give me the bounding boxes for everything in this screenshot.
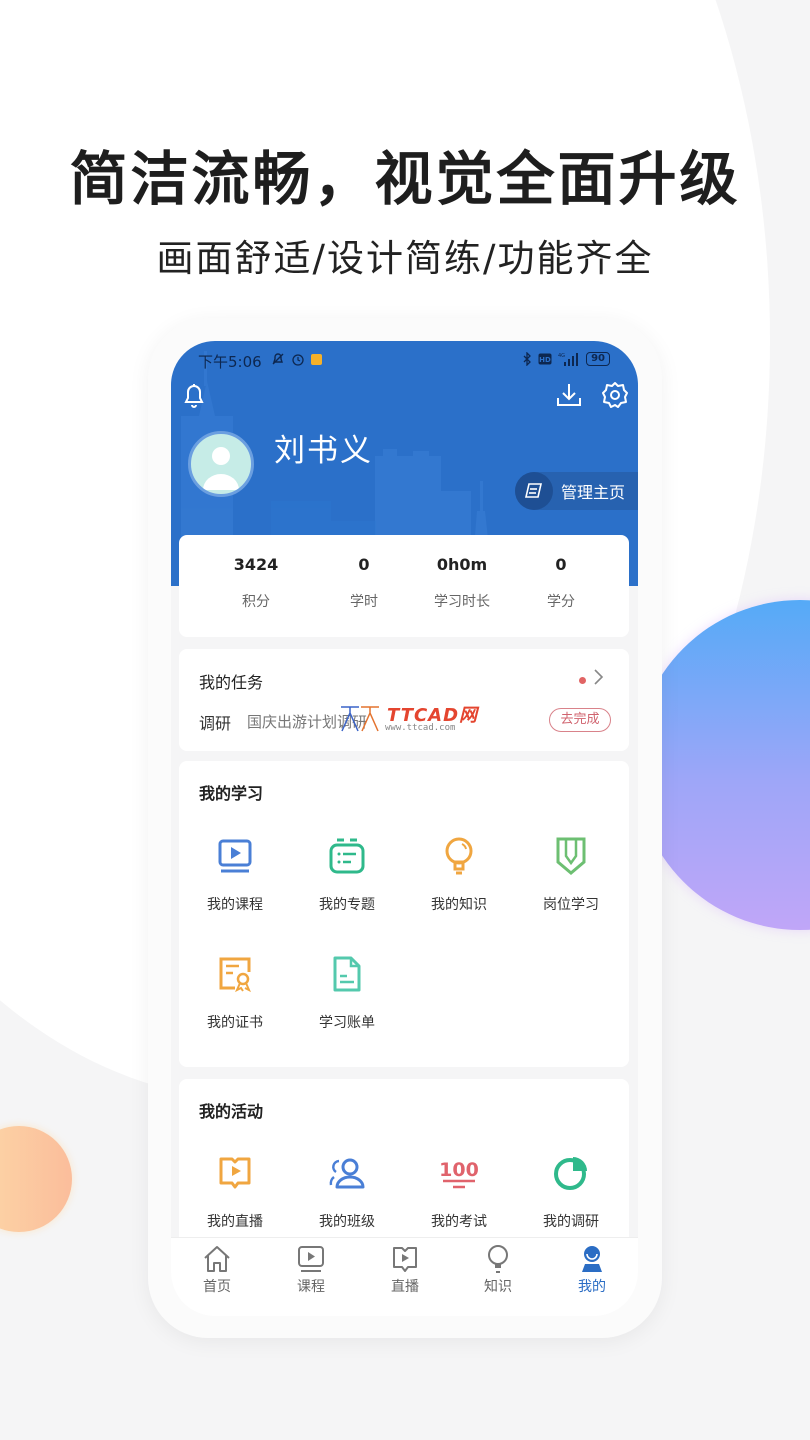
grid-label: 我的班级 xyxy=(319,1214,375,1230)
tab-label: 我的 xyxy=(578,1279,606,1295)
document-icon xyxy=(333,956,361,992)
phone-screen: 下午5:06 HD 4G 90 刘书义 管理主页 3424 积分 0 学时 0h… xyxy=(171,341,638,1316)
stat-credits[interactable]: 0 学分 xyxy=(511,555,611,611)
stat-study-hours[interactable]: 0 学时 xyxy=(314,555,414,611)
live-book-icon xyxy=(219,1157,251,1189)
grid-label: 我的证书 xyxy=(207,1015,263,1031)
stat-value: 3424 xyxy=(233,555,279,574)
task-name[interactable]: 国庆出游计划调研 xyxy=(247,711,367,732)
stat-value: 0 xyxy=(555,555,567,574)
gear-icon[interactable] xyxy=(601,381,629,409)
tasks-title: 我的任务 xyxy=(199,673,264,692)
unread-dot xyxy=(579,677,586,684)
bell-icon[interactable] xyxy=(181,381,207,409)
watermark-url: www.ttcad.com xyxy=(385,723,456,733)
download-icon[interactable] xyxy=(555,381,583,409)
grid-label: 我的调研 xyxy=(543,1214,599,1230)
watermark-brand: TTCAD网 xyxy=(387,705,479,726)
profile-icon xyxy=(582,1246,602,1272)
signal-icon: 4G xyxy=(558,353,579,366)
stat-points[interactable]: 3424 积分 xyxy=(206,555,306,611)
tab-knowledge[interactable]: 知识 xyxy=(468,1244,528,1296)
stat-value: 0h0m xyxy=(436,555,488,574)
grid-label: 我的专题 xyxy=(319,897,375,913)
grid-label: 我的知识 xyxy=(431,897,487,913)
course-play-icon xyxy=(218,839,252,873)
exam-100-icon: 100 xyxy=(439,1159,479,1189)
tab-courses[interactable]: 课程 xyxy=(281,1244,341,1296)
hd-icon: HD xyxy=(538,353,552,365)
user-name: 刘书义 xyxy=(274,433,373,469)
stat-study-duration[interactable]: 0h0m 学习时长 xyxy=(412,555,512,611)
stat-value: 0 xyxy=(358,555,370,574)
grid-item-study-bill[interactable]: 学习账单 xyxy=(291,954,403,1032)
bluetooth-icon xyxy=(523,352,531,366)
grid-item-my-certificates[interactable]: 我的证书 xyxy=(179,954,291,1032)
tab-label: 课程 xyxy=(297,1279,325,1295)
svg-text:100: 100 xyxy=(439,1159,479,1181)
class-users-icon xyxy=(329,1158,365,1189)
stat-label: 学分 xyxy=(547,594,575,610)
course-icon xyxy=(298,1246,324,1272)
tab-home[interactable]: 首页 xyxy=(187,1244,247,1296)
grid-item-position-learning[interactable]: 岗位学习 xyxy=(515,836,627,914)
app-notification-icon xyxy=(311,353,322,365)
grid-item-my-topics[interactable]: 我的专题 xyxy=(291,836,403,914)
grid-item-my-class[interactable]: 我的班级 xyxy=(291,1153,403,1231)
stat-label: 积分 xyxy=(242,594,270,610)
home-icon xyxy=(204,1246,230,1272)
complete-task-button[interactable]: 去完成 xyxy=(549,708,611,732)
stat-label: 学习时长 xyxy=(434,594,490,610)
status-time: 下午5:06 xyxy=(198,353,262,371)
section-title: 我的活动 xyxy=(199,1102,264,1121)
section-title: 我的学习 xyxy=(199,784,264,803)
manage-icon xyxy=(524,483,543,498)
battery-indicator: 90 xyxy=(586,352,610,366)
stats-card: 3424 积分 0 学时 0h0m 学习时长 0 学分 xyxy=(179,535,629,637)
alarm-icon xyxy=(292,354,304,366)
tab-label: 知识 xyxy=(484,1279,512,1295)
tab-label: 首页 xyxy=(203,1279,231,1295)
user-placeholder-icon xyxy=(203,447,239,490)
status-bar: 下午5:06 HD 4G 90 xyxy=(171,349,638,373)
decorative-orange-circle xyxy=(0,1126,72,1232)
grid-item-my-surveys[interactable]: 我的调研 xyxy=(515,1153,627,1231)
stat-label: 学时 xyxy=(350,594,378,610)
grid-label: 岗位学习 xyxy=(543,897,599,913)
grid-item-my-live[interactable]: 我的直播 xyxy=(179,1153,291,1231)
live-icon xyxy=(393,1247,417,1272)
grid-item-my-courses[interactable]: 我的课程 xyxy=(179,836,291,914)
promo-subline: 画面舒适/设计简练/功能齐全 xyxy=(156,237,654,280)
manage-homepage-label: 管理主页 xyxy=(561,483,626,502)
pencil-badge-icon xyxy=(556,837,586,875)
tab-live[interactable]: 直播 xyxy=(375,1244,435,1296)
lightbulb-icon xyxy=(445,837,473,875)
tab-label: 直播 xyxy=(391,1279,419,1295)
promo-headline: 简洁流畅，视觉全面升级 xyxy=(69,145,741,213)
grid-label: 我的考试 xyxy=(431,1214,487,1230)
bottom-tab-bar: 首页 课程 直播 知识 我的 xyxy=(171,1237,638,1316)
grid-label: 学习账单 xyxy=(319,1015,375,1031)
knowledge-icon xyxy=(488,1245,508,1273)
certificate-icon xyxy=(219,957,251,993)
grid-item-my-knowledge[interactable]: 我的知识 xyxy=(403,836,515,914)
grid-item-my-exams[interactable]: 100 我的考试 xyxy=(403,1153,515,1231)
grid-label: 我的课程 xyxy=(207,897,263,913)
my-learning-card: 我的学习 我的课程 我的专题 我的知识 岗位学习 我的证书 学习账单 xyxy=(179,761,629,1067)
survey-pie-icon xyxy=(554,1157,587,1190)
task-type: 调研 xyxy=(199,714,232,733)
chevron-right-icon[interactable] xyxy=(591,668,605,686)
svg-text:HD: HD xyxy=(539,356,551,364)
avatar[interactable] xyxy=(188,431,254,497)
tab-mine[interactable]: 我的 xyxy=(562,1244,622,1296)
topic-list-icon xyxy=(329,838,365,874)
manage-homepage-button[interactable]: 管理主页 xyxy=(515,472,638,510)
tasks-card: 我的任务 调研 国庆出游计划调研 TTCAD网 www.ttcad.com 去完… xyxy=(179,649,629,751)
svg-text:4G: 4G xyxy=(558,353,565,359)
notifications-off-icon xyxy=(272,353,284,365)
grid-label: 我的直播 xyxy=(207,1214,263,1230)
